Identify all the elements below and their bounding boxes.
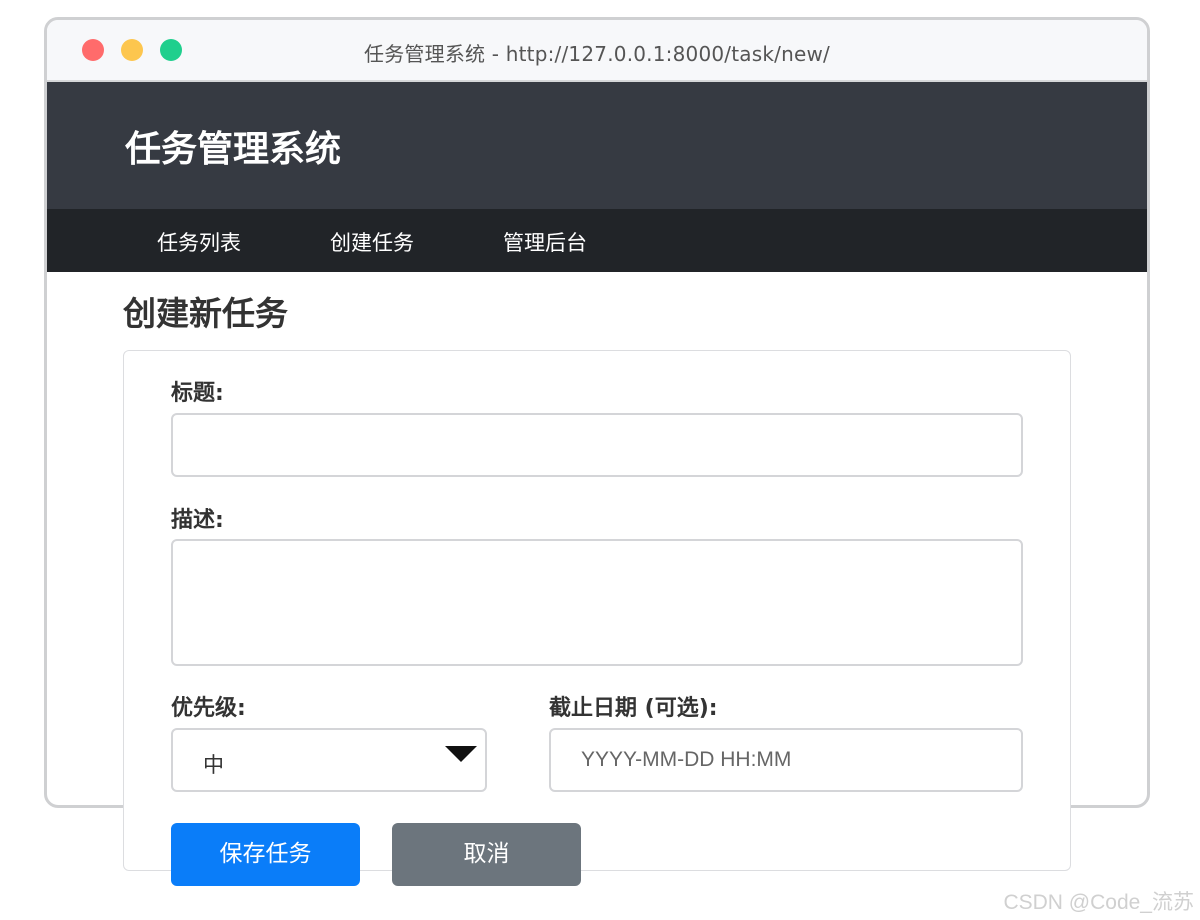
- site-title: 任务管理系统: [125, 129, 342, 170]
- cancel-button[interactable]: 取消: [392, 823, 581, 886]
- watermark: CSDN @Code_流苏: [1003, 891, 1194, 914]
- window-title: 任务管理系统 - http://127.0.0.1:8000/task/new/: [364, 42, 830, 66]
- page-heading: 创建新任务: [123, 294, 288, 333]
- priority-select[interactable]: 中: [171, 728, 487, 792]
- priority-label: 优先级:: [171, 696, 246, 721]
- nav-link-admin[interactable]: 管理后台: [503, 227, 587, 257]
- site-header: 任务管理系统: [47, 82, 1147, 209]
- window-title-bar: 任务管理系统 - http://127.0.0.1:8000/task/new/: [47, 20, 1147, 82]
- nav-bar: 任务列表 创建任务 管理后台: [47, 209, 1147, 272]
- description-textarea[interactable]: [171, 539, 1023, 666]
- title-label: 标题:: [171, 381, 224, 406]
- dropdown-arrow-icon: [445, 746, 477, 762]
- deadline-input[interactable]: [549, 728, 1023, 792]
- title-input[interactable]: [171, 413, 1023, 477]
- save-task-button[interactable]: 保存任务: [171, 823, 360, 886]
- priority-selected-value: 中: [203, 753, 224, 777]
- nav-link-create-task[interactable]: 创建任务: [330, 227, 414, 257]
- nav-link-task-list[interactable]: 任务列表: [157, 227, 241, 257]
- description-label: 描述:: [171, 508, 224, 533]
- deadline-label: 截止日期 (可选):: [549, 696, 718, 721]
